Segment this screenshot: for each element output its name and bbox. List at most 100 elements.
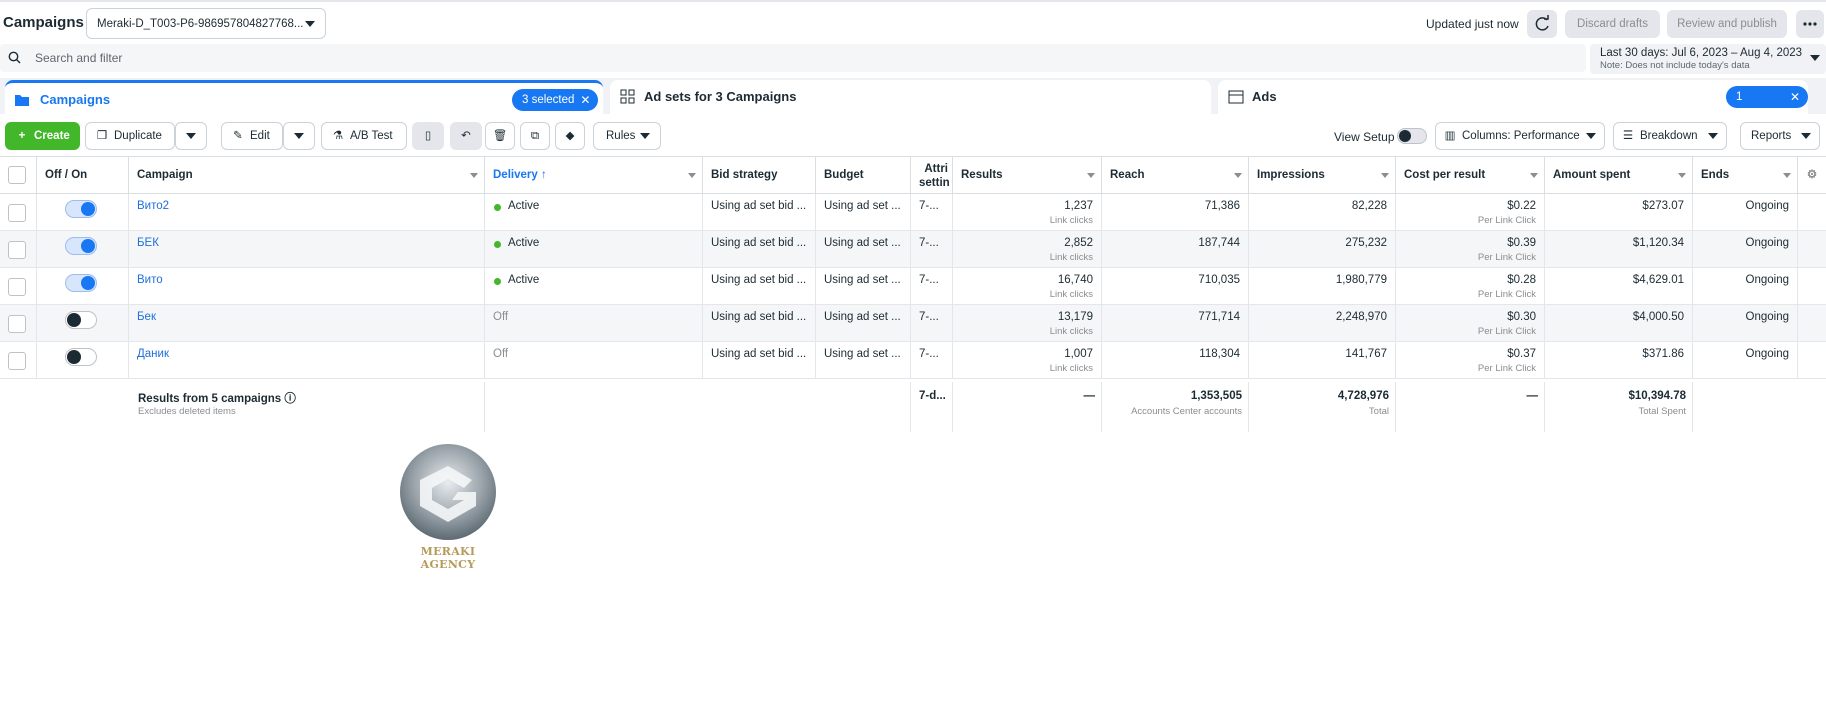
table-row[interactable]: Даник Off Using ad set bid ... Using ad set… xyxy=(0,342,1826,379)
breakdown-button[interactable]: ☰ Breakdown xyxy=(1613,122,1727,150)
close-icon[interactable]: ✕ xyxy=(1790,86,1800,108)
settings-icon: ⚙ xyxy=(1806,169,1818,181)
cell-name[interactable]: Вито2 xyxy=(129,194,485,230)
review-publish-button[interactable]: Review and publish xyxy=(1667,10,1787,38)
impressions-value: 275,232 xyxy=(1345,237,1387,249)
toggle-knob xyxy=(67,313,81,327)
cell-name[interactable]: Даник xyxy=(129,342,485,378)
col-impressions[interactable]: Impressions xyxy=(1249,157,1396,194)
budget-value: Using ad set ... xyxy=(824,311,901,323)
col-offon[interactable]: Off / On xyxy=(37,157,129,194)
cell-budget: Using ad set ... xyxy=(816,194,911,230)
create-button[interactable]: + Create xyxy=(5,122,80,150)
cell-ends: Ongoing xyxy=(1693,194,1798,230)
info-icon[interactable]: ⓘ xyxy=(284,393,296,405)
col-delivery-label: Delivery xyxy=(493,169,538,181)
clipboard-button[interactable]: ▯ xyxy=(412,122,444,150)
cpr-subvalue: Per Link Click xyxy=(1477,252,1536,263)
table-row[interactable]: БЕК Active Using ad set bid ... Using ad se… xyxy=(0,231,1826,268)
campaign-toggle[interactable] xyxy=(65,348,97,366)
summary-sub: Excludes deleted items xyxy=(138,406,236,417)
search-input[interactable]: Search and filter xyxy=(35,51,122,65)
columns-label: Columns: Performance xyxy=(1462,130,1580,142)
view-setup-toggle[interactable] xyxy=(1397,128,1427,144)
cell-name[interactable]: Вито xyxy=(129,268,485,304)
name-value[interactable]: Бек xyxy=(137,311,156,323)
columns-button[interactable]: ▥ Columns: Performance xyxy=(1435,122,1605,150)
col-results[interactable]: Results xyxy=(953,157,1102,194)
cell-reach: 187,744 xyxy=(1102,231,1249,267)
name-value[interactable]: БЕК xyxy=(137,237,159,249)
col-delivery[interactable]: Delivery ↑ xyxy=(485,157,703,194)
discard-drafts-button[interactable]: Discard drafts xyxy=(1565,10,1660,38)
col-ends-label: Ends xyxy=(1701,169,1730,181)
tag-button[interactable]: ◆ xyxy=(555,122,585,150)
row-checkbox[interactable] xyxy=(8,352,26,370)
ads-selected-badge[interactable]: 1 selected✕ xyxy=(1726,86,1808,125)
col-bid[interactable]: Bid strategy xyxy=(703,157,816,194)
col-ends[interactable]: Ends xyxy=(1693,157,1798,194)
cell-bid: Using ad set bid ... xyxy=(703,342,816,378)
name-value[interactable]: Даник xyxy=(137,348,169,360)
col-cpr[interactable]: Cost per result xyxy=(1396,157,1545,194)
col-spent[interactable]: Amount spent xyxy=(1545,157,1693,194)
cell-name[interactable]: Бек xyxy=(129,305,485,341)
preview-button[interactable]: ⧉ xyxy=(520,122,550,150)
cell-budget: Using ad set ... xyxy=(816,231,911,267)
col-reach[interactable]: Reach xyxy=(1102,157,1249,194)
row-checkbox[interactable] xyxy=(8,315,26,333)
campaign-toggle[interactable] xyxy=(65,311,97,329)
add-column-button[interactable]: ⚙ xyxy=(1798,157,1826,194)
col-campaign[interactable]: Campaign xyxy=(129,157,485,194)
chevron-down-icon xyxy=(1678,173,1686,178)
row-checkbox[interactable] xyxy=(8,241,26,259)
refresh-button[interactable] xyxy=(1527,10,1557,38)
tab-campaigns[interactable]: Campaigns 3 selected ✕ xyxy=(5,80,603,114)
cpr-value: $0.28 xyxy=(1507,274,1536,286)
campaigns-selected-badge[interactable]: 3 selected ✕ xyxy=(512,89,599,111)
cell-bid: Using ad set bid ... xyxy=(703,305,816,341)
campaign-toggle[interactable] xyxy=(65,237,97,255)
rules-button[interactable]: Rules xyxy=(593,122,661,150)
close-icon[interactable]: ✕ xyxy=(580,89,590,111)
col-budget[interactable]: Budget xyxy=(816,157,911,194)
cell-results: 2,852 Link clicks xyxy=(953,231,1102,267)
chevron-down-icon xyxy=(1708,133,1718,139)
results-value: 13,179 xyxy=(1057,311,1093,323)
duplicate-button[interactable]: ❐ Duplicate xyxy=(85,122,175,150)
campaign-toggle[interactable] xyxy=(65,274,97,292)
ab-test-button[interactable]: ⚗ A/B Test xyxy=(321,122,407,150)
tab-ads[interactable]: Ads 1 selected✕ xyxy=(1218,80,1808,125)
select-all-checkbox[interactable] xyxy=(8,166,26,184)
cell-cpr: $0.39 Per Link Click xyxy=(1396,231,1545,267)
table-row[interactable]: Бек Off Using ad set bid ... Using ad set .… xyxy=(0,305,1826,342)
tab-adsets[interactable]: Ad sets for 3 Campaigns xyxy=(610,80,1211,114)
cpr-value: $0.30 xyxy=(1507,311,1536,323)
name-value[interactable]: Вито xyxy=(137,274,163,286)
row-checkbox[interactable] xyxy=(8,204,26,222)
delete-button[interactable]: 🗑 xyxy=(485,122,515,150)
duplicate-dropdown[interactable] xyxy=(175,122,207,150)
more-options-button[interactable] xyxy=(1796,10,1824,38)
summary-impressions-cell: 4,728,976 Total xyxy=(1249,382,1396,432)
table-row[interactable]: Вито2 Active Using ad set bid ... Using ad … xyxy=(0,194,1826,231)
undo-button[interactable]: ↶ xyxy=(450,122,482,150)
reports-button[interactable]: Reports xyxy=(1740,122,1820,150)
spent-value: $4,000.50 xyxy=(1632,311,1684,323)
name-value[interactable]: Вито2 xyxy=(137,200,169,212)
cpr-subvalue: Per Link Click xyxy=(1477,363,1536,374)
reach-value: 71,386 xyxy=(1204,200,1240,212)
edit-button[interactable]: ✎ Edit xyxy=(221,122,283,150)
campaign-toggle[interactable] xyxy=(65,200,97,218)
cell-budget: Using ad set ... xyxy=(816,305,911,341)
cell-spent: $1,120.34 xyxy=(1545,231,1693,267)
cell-impressions: 82,228 xyxy=(1249,194,1396,230)
edit-dropdown[interactable] xyxy=(283,122,315,150)
cell-name[interactable]: БЕК xyxy=(129,231,485,267)
account-selector[interactable]: Meraki-D_T003-P6-986957804827768... xyxy=(86,8,326,39)
row-checkbox[interactable] xyxy=(8,278,26,296)
table-row[interactable]: Вито Active Using ad set bid ... Using ad s… xyxy=(0,268,1826,305)
date-range-picker[interactable]: Last 30 days: Jul 6, 2023 – Aug 4, 2023 … xyxy=(1590,44,1826,74)
col-attribution[interactable]: Attri settin xyxy=(911,157,953,194)
search-bar[interactable]: Search and filter xyxy=(0,44,1586,72)
